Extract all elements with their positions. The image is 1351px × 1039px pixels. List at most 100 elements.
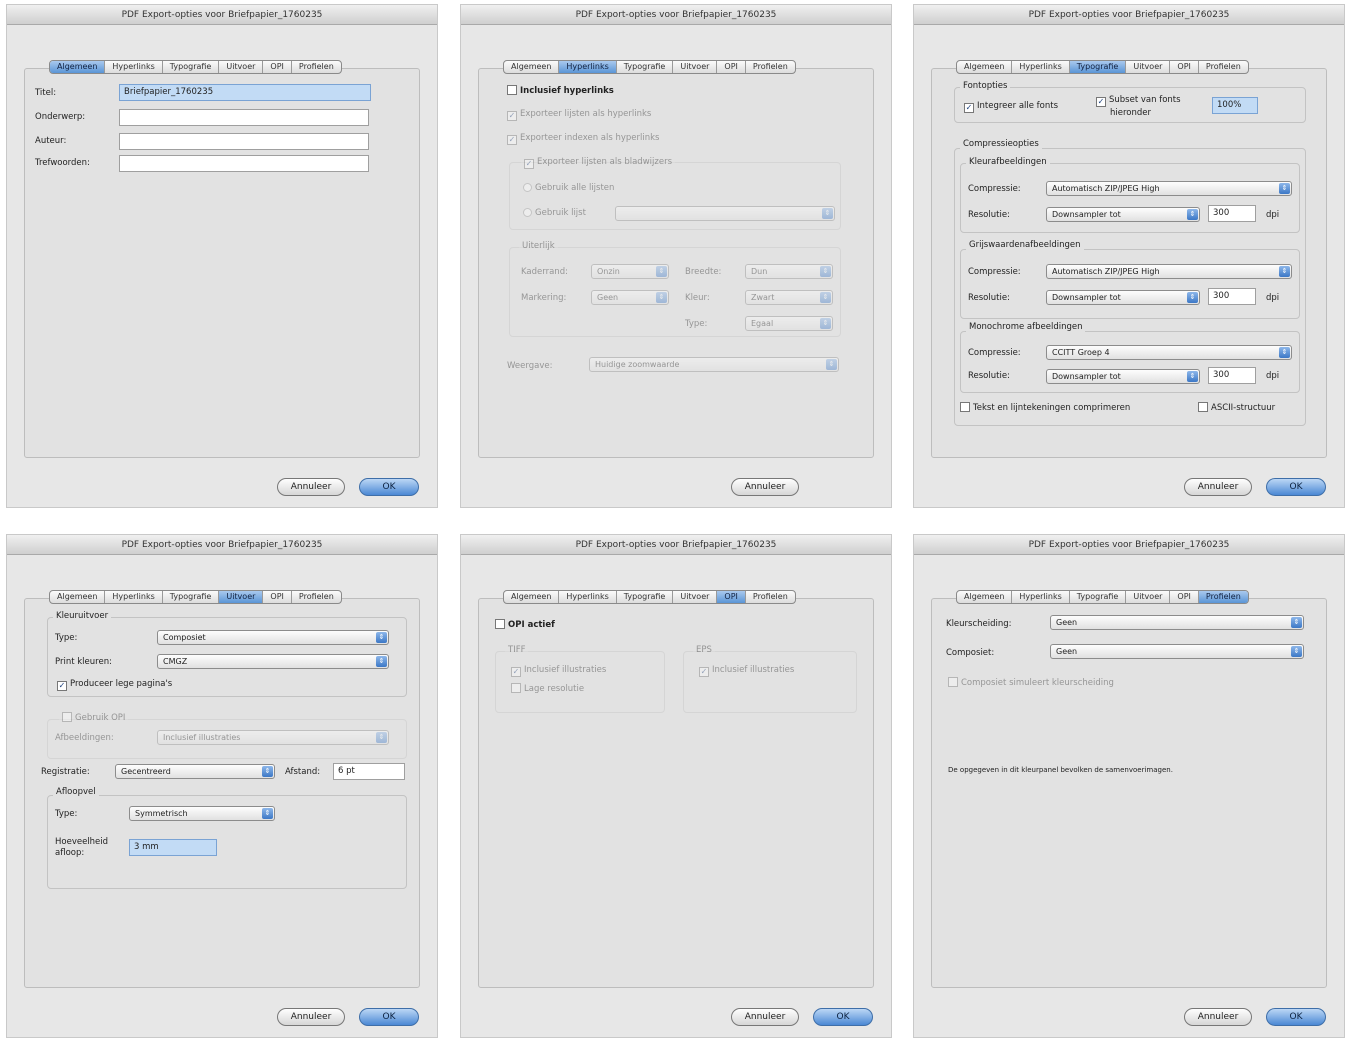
tab-output[interactable]: Uitvoer — [219, 591, 264, 603]
width-popup[interactable]: Dun ⇕ — [745, 264, 833, 279]
style-popup[interactable]: Egaal ⇕ — [745, 316, 833, 331]
tab-output[interactable]: Uitvoer — [673, 591, 718, 603]
title-field[interactable]: Briefpapier_1760235 — [119, 84, 371, 101]
cancel-button[interactable]: Annuleer — [1184, 478, 1252, 496]
composite-popup[interactable]: Geen ⇕ — [1050, 644, 1304, 659]
tab-typography[interactable]: Typografie — [1069, 61, 1127, 73]
tab-output[interactable]: Uitvoer — [1126, 591, 1171, 603]
tiff-lowres-checkbox[interactable]: Lage resolutie — [511, 683, 584, 695]
tab-opi[interactable]: OPI — [263, 61, 292, 73]
tab-typography[interactable]: Typografie — [617, 591, 674, 603]
export-lists-checkbox[interactable]: ✓ Exporteer lijsten als hyperlinks — [507, 109, 651, 121]
cancel-button[interactable]: Annuleer — [731, 1008, 799, 1026]
cancel-button[interactable]: Annuleer — [1184, 1008, 1252, 1026]
tab-general[interactable]: Algemeen — [957, 591, 1013, 603]
use-opi-checkbox[interactable]: Gebruik OPI — [59, 712, 129, 724]
ok-button[interactable]: OK — [1266, 478, 1326, 496]
cancel-button[interactable]: Annuleer — [277, 478, 345, 496]
tab-general[interactable]: Algemeen — [50, 591, 106, 603]
tab-general[interactable]: Algemeen — [504, 61, 560, 73]
tab-output[interactable]: Uitvoer — [673, 61, 718, 73]
tab-typography[interactable]: Typografie — [617, 61, 674, 73]
tab-profiles[interactable]: Profielen — [746, 61, 795, 73]
export-bookmarks-checkbox[interactable]: ✓ Exporteer lijsten als bladwijzers — [521, 157, 675, 169]
color-compression-popup[interactable]: Automatisch ZIP/JPEG High ⇕ — [1046, 181, 1292, 196]
display-popup[interactable]: Huidige zoomwaarde ⇕ — [589, 357, 839, 372]
subset-fonts-checkbox[interactable]: ✓ Subset van fonts — [1096, 95, 1181, 107]
type-popup[interactable]: Composiet ⇕ — [157, 630, 389, 645]
eps-include-checkbox[interactable]: ✓ Inclusief illustraties — [699, 665, 794, 677]
radio-all-lists[interactable]: Gebruik alle lijsten — [523, 183, 614, 194]
tab-opi[interactable]: OPI — [1170, 61, 1199, 73]
cancel-button[interactable]: Annuleer — [277, 1008, 345, 1026]
export-bookmarks-label: Exporteer lijsten als bladwijzers — [537, 157, 672, 167]
ok-button[interactable]: OK — [359, 478, 419, 496]
tab-typography[interactable]: Typografie — [163, 591, 220, 603]
color-resolution-popup[interactable]: Downsampler tot ⇕ — [1046, 207, 1200, 222]
frame-popup[interactable]: Onzin ⇕ — [591, 264, 669, 279]
tab-hyperlinks[interactable]: Hyperlinks — [1012, 61, 1070, 73]
tab-typography[interactable]: Typografie — [163, 61, 220, 73]
tab-typography[interactable]: Typografie — [1070, 591, 1127, 603]
gray-compression-popup[interactable]: Automatisch ZIP/JPEG High ⇕ — [1046, 264, 1292, 279]
mono-compression-popup[interactable]: CCITT Groep 4 ⇕ — [1046, 345, 1292, 360]
export-index-checkbox[interactable]: ✓ Exporteer indexen als hyperlinks — [507, 133, 660, 145]
keywords-field[interactable] — [119, 155, 369, 172]
color-dpi-field[interactable]: 300 — [1208, 205, 1256, 222]
checkmark-icon: ✓ — [1096, 97, 1106, 107]
opi-active-checkbox[interactable]: OPI actief — [495, 619, 555, 631]
tab-output[interactable]: Uitvoer — [219, 61, 264, 73]
gray-dpi-field[interactable]: 300 — [1208, 288, 1256, 305]
tab-hyperlinks[interactable]: Hyperlinks — [559, 591, 617, 603]
subset-percent-field[interactable]: 100% — [1212, 97, 1258, 114]
mono-resolution-popup[interactable]: Downsampler tot ⇕ — [1046, 369, 1200, 384]
embed-fonts-checkbox[interactable]: ✓ Integreer alle fonts — [964, 101, 1058, 113]
tab-output[interactable]: Uitvoer — [1126, 61, 1171, 73]
ok-button[interactable]: OK — [1266, 1008, 1326, 1026]
stepper-arrows-icon: ⇕ — [1279, 183, 1290, 194]
cancel-button[interactable]: Annuleer — [731, 478, 799, 496]
tab-general[interactable]: Algemeen — [957, 61, 1013, 73]
tab-profiles[interactable]: Profielen — [292, 61, 341, 73]
bleed-type-popup[interactable]: Symmetrisch ⇕ — [129, 806, 275, 821]
tab-profiles[interactable]: Profielen — [746, 591, 795, 603]
color-compression-value: Automatisch ZIP/JPEG High — [1052, 184, 1160, 193]
ascii-checkbox[interactable]: ASCII-structuur — [1198, 402, 1275, 414]
images-popup[interactable]: Inclusief illustraties ⇕ — [157, 730, 389, 745]
tab-general[interactable]: Algemeen — [504, 591, 560, 603]
radio-use-list[interactable]: Gebruik lijst — [523, 208, 586, 219]
compress-text-label: Tekst en lijntekeningen comprimeren — [973, 403, 1131, 413]
tab-opi[interactable]: OPI — [263, 591, 292, 603]
bleed-amount-field[interactable]: 3 mm — [129, 839, 217, 856]
offset-field[interactable]: 6 pt — [333, 763, 405, 780]
tab-opi[interactable]: OPI — [1170, 591, 1199, 603]
list-popup[interactable]: ⇕ — [615, 206, 835, 221]
ok-button[interactable]: OK — [813, 1008, 873, 1026]
tab-profiles[interactable]: Profielen — [1199, 61, 1248, 73]
tab-hyperlinks[interactable]: Hyperlinks — [559, 61, 617, 73]
tab-profiles[interactable]: Profielen — [1198, 591, 1248, 603]
mono-dpi-field[interactable]: 300 — [1208, 367, 1256, 384]
tiff-include-checkbox[interactable]: ✓ Inclusief illustraties — [511, 665, 606, 677]
tab-hyperlinks[interactable]: Hyperlinks — [105, 61, 163, 73]
separation-popup[interactable]: Geen ⇕ — [1050, 615, 1304, 630]
registration-popup[interactable]: Gecentreerd ⇕ — [115, 764, 275, 779]
tab-opi[interactable]: OPI — [717, 61, 746, 73]
tab-general[interactable]: Algemeen — [50, 61, 106, 73]
color-popup[interactable]: Zwart ⇕ — [745, 290, 833, 305]
tab-opi[interactable]: OPI — [717, 591, 746, 603]
ok-button[interactable]: OK — [359, 1008, 419, 1026]
type-value: Composiet — [163, 633, 206, 642]
tab-profiles[interactable]: Profielen — [292, 591, 341, 603]
tab-hyperlinks[interactable]: Hyperlinks — [1012, 591, 1070, 603]
print-colors-popup[interactable]: CMGZ ⇕ — [157, 654, 389, 669]
compress-text-checkbox[interactable]: Tekst en lijntekeningen comprimeren — [960, 402, 1130, 414]
author-field[interactable] — [119, 133, 369, 150]
gray-resolution-popup[interactable]: Downsampler tot ⇕ — [1046, 290, 1200, 305]
highlight-popup[interactable]: Geen ⇕ — [591, 290, 669, 305]
include-hyperlinks-checkbox[interactable]: Inclusief hyperlinks — [507, 85, 614, 97]
composite-sim-checkbox[interactable]: Composiet simuleert kleurscheiding — [948, 677, 1114, 689]
blank-pages-checkbox[interactable]: ✓ Produceer lege pagina's — [57, 679, 172, 691]
subject-field[interactable] — [119, 109, 369, 126]
tab-hyperlinks[interactable]: Hyperlinks — [105, 591, 163, 603]
